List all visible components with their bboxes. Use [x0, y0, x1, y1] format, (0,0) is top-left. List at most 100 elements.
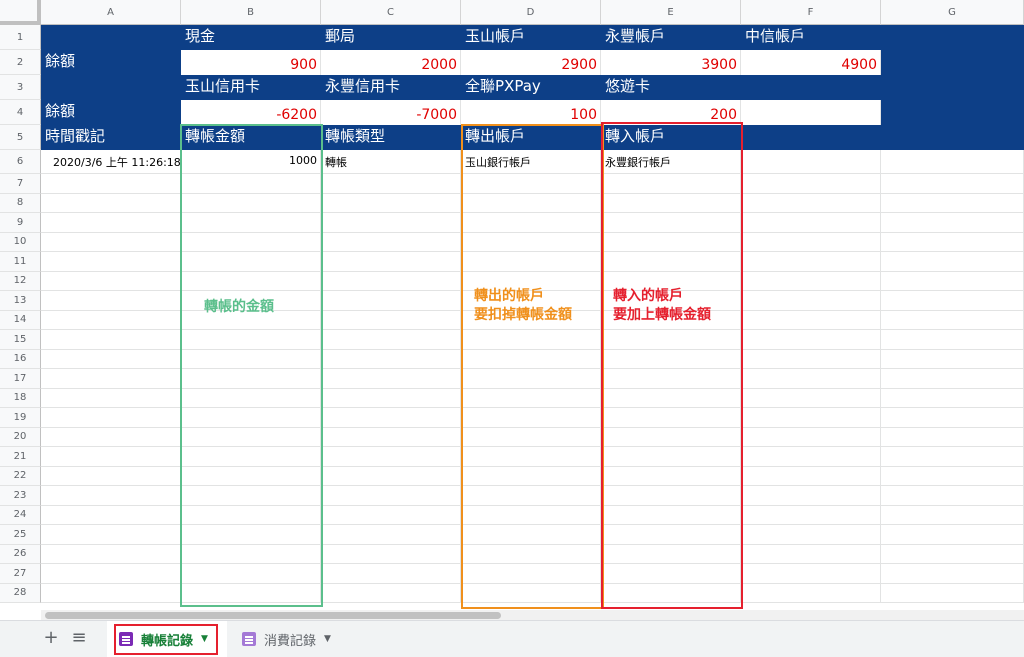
- data-cell[interactable]: [461, 193, 601, 213]
- data-cell[interactable]: [321, 447, 461, 467]
- data-cell[interactable]: [741, 486, 881, 506]
- data-cell[interactable]: [881, 486, 1024, 506]
- data-cell[interactable]: [601, 232, 741, 252]
- data-cell[interactable]: [321, 505, 461, 525]
- balance-value-cell[interactable]: 2900: [461, 50, 601, 75]
- row-header[interactable]: 26: [0, 544, 41, 564]
- data-cell[interactable]: [181, 564, 321, 584]
- data-cell[interactable]: [741, 232, 881, 252]
- header-cell[interactable]: [881, 25, 1024, 50]
- balance-value-cell[interactable]: 900: [181, 50, 321, 75]
- balance-label-cell[interactable]: 餘額: [41, 100, 181, 125]
- column-header-a[interactable]: A: [41, 0, 181, 25]
- data-cell[interactable]: [881, 291, 1024, 311]
- data-cell[interactable]: [41, 486, 181, 506]
- data-cell[interactable]: [321, 466, 461, 486]
- data-cell[interactable]: [321, 388, 461, 408]
- data-cell[interactable]: [181, 505, 321, 525]
- data-cell[interactable]: 轉帳: [321, 150, 461, 174]
- data-cell[interactable]: [181, 213, 321, 233]
- header-cell[interactable]: 郵局: [321, 25, 461, 50]
- header-cell[interactable]: 永豐信用卡: [321, 75, 461, 100]
- row-header[interactable]: 6: [0, 150, 41, 174]
- header-cell[interactable]: [881, 50, 1024, 75]
- data-cell[interactable]: [321, 310, 461, 330]
- data-cell[interactable]: [41, 213, 181, 233]
- menu-lines-icon[interactable]: ≡: [70, 629, 88, 647]
- data-cell[interactable]: [881, 271, 1024, 291]
- header-cell[interactable]: 全聯PXPay: [461, 75, 601, 100]
- data-cell[interactable]: [461, 564, 601, 584]
- data-cell[interactable]: [321, 427, 461, 447]
- chevron-down-icon[interactable]: ▼: [324, 634, 331, 644]
- data-cell[interactable]: [601, 174, 741, 194]
- select-all-corner[interactable]: [0, 0, 41, 25]
- row-header[interactable]: 27: [0, 564, 41, 584]
- row-header[interactable]: 23: [0, 486, 41, 506]
- data-cell[interactable]: [461, 388, 601, 408]
- header-cell[interactable]: [41, 25, 181, 50]
- data-cell[interactable]: [461, 525, 601, 545]
- row-header[interactable]: 18: [0, 388, 41, 408]
- row-header[interactable]: 11: [0, 252, 41, 272]
- row-header[interactable]: 28: [0, 583, 41, 603]
- header-cell[interactable]: 永豐帳戶: [601, 25, 741, 50]
- header-cell[interactable]: [41, 75, 181, 100]
- header-cell[interactable]: [881, 100, 1024, 125]
- data-cell[interactable]: [601, 427, 741, 447]
- data-cell[interactable]: [601, 193, 741, 213]
- header-cell[interactable]: 玉山帳戶: [461, 25, 601, 50]
- data-cell[interactable]: [461, 349, 601, 369]
- data-cell[interactable]: [881, 252, 1024, 272]
- row-header[interactable]: 22: [0, 466, 41, 486]
- row-header[interactable]: 10: [0, 232, 41, 252]
- data-cell[interactable]: [741, 252, 881, 272]
- header-cell[interactable]: 現金: [181, 25, 321, 50]
- row-header[interactable]: 24: [0, 505, 41, 525]
- data-cell[interactable]: [881, 150, 1024, 174]
- data-cell[interactable]: 1000: [181, 150, 321, 174]
- data-cell[interactable]: [181, 486, 321, 506]
- data-cell[interactable]: [461, 466, 601, 486]
- row-header[interactable]: 17: [0, 369, 41, 389]
- column-header-e[interactable]: E: [601, 0, 741, 25]
- header-cell[interactable]: [881, 125, 1024, 150]
- data-cell[interactable]: [321, 525, 461, 545]
- data-cell[interactable]: [41, 505, 181, 525]
- header-cell[interactable]: 轉入帳戶: [601, 125, 741, 150]
- data-cell[interactable]: [601, 564, 741, 584]
- data-cell[interactable]: [181, 388, 321, 408]
- data-cell[interactable]: [321, 174, 461, 194]
- data-cell[interactable]: [41, 193, 181, 213]
- data-cell[interactable]: [181, 193, 321, 213]
- data-cell[interactable]: [321, 271, 461, 291]
- data-cell[interactable]: [41, 427, 181, 447]
- balance-value-cell[interactable]: -6200: [181, 100, 321, 125]
- balance-value-cell[interactable]: 100: [461, 100, 601, 125]
- data-cell[interactable]: [741, 271, 881, 291]
- data-cell[interactable]: [881, 466, 1024, 486]
- balance-value-cell[interactable]: [741, 100, 881, 125]
- data-cell[interactable]: [321, 369, 461, 389]
- data-cell[interactable]: [601, 213, 741, 233]
- data-cell[interactable]: [741, 505, 881, 525]
- header-cell[interactable]: 轉帳類型: [321, 125, 461, 150]
- data-cell[interactable]: [741, 369, 881, 389]
- data-cell[interactable]: [461, 486, 601, 506]
- data-cell[interactable]: [181, 349, 321, 369]
- data-cell[interactable]: [41, 330, 181, 350]
- data-cell[interactable]: [741, 408, 881, 428]
- data-cell[interactable]: [41, 252, 181, 272]
- column-header-c[interactable]: C: [321, 0, 461, 25]
- header-cell[interactable]: 悠遊卡: [601, 75, 741, 100]
- column-header-f[interactable]: F: [741, 0, 881, 25]
- chevron-down-icon[interactable]: ▼: [201, 634, 208, 644]
- data-cell[interactable]: [881, 447, 1024, 467]
- data-cell[interactable]: [881, 213, 1024, 233]
- header-cell[interactable]: [741, 125, 881, 150]
- data-cell[interactable]: [41, 232, 181, 252]
- balance-label-cell[interactable]: 餘額: [41, 50, 181, 75]
- data-cell[interactable]: [881, 330, 1024, 350]
- data-cell[interactable]: [41, 447, 181, 467]
- data-cell[interactable]: [321, 349, 461, 369]
